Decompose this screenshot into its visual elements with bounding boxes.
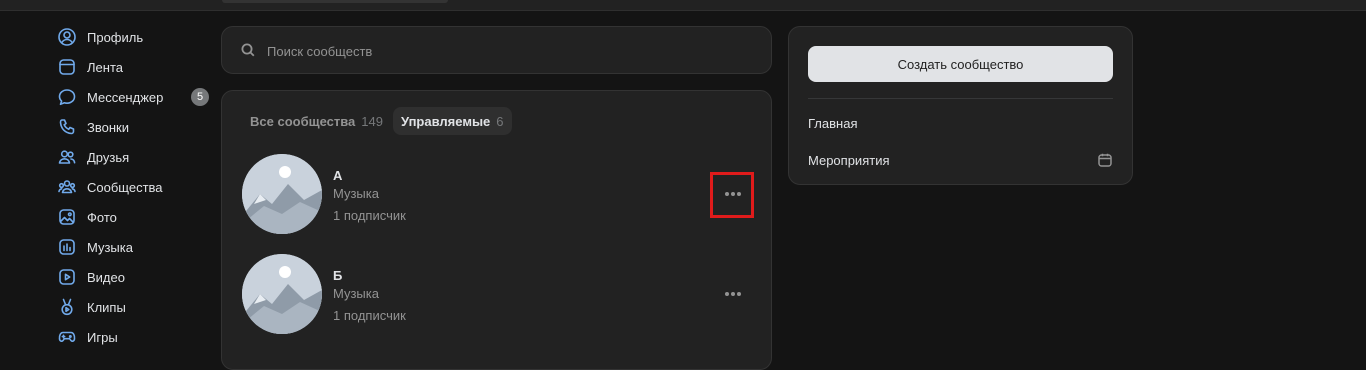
communities-tabs: Все сообщества 149 Управляемые 6 bbox=[242, 107, 514, 135]
dot-icon bbox=[731, 192, 735, 196]
community-row[interactable]: А Музыка 1 подписчик bbox=[242, 154, 752, 234]
dot-icon bbox=[737, 192, 741, 196]
nav-item-calls[interactable]: Звонки bbox=[56, 112, 216, 142]
nav-item-feed[interactable]: Лента bbox=[56, 52, 216, 82]
tab-all-communities[interactable]: Все сообщества 149 bbox=[242, 107, 391, 135]
left-nav: Профиль Лента Мессенджер 5 Звонки Друзья… bbox=[56, 22, 216, 352]
nav-label: Фото bbox=[87, 209, 117, 225]
photo-icon bbox=[57, 207, 77, 227]
more-options-button[interactable] bbox=[722, 182, 744, 206]
nav-label: Профиль bbox=[87, 29, 144, 45]
communities-panel: Все сообщества 149 Управляемые 6 А Музык… bbox=[221, 90, 772, 370]
clips-icon bbox=[57, 297, 77, 317]
menu-item-events[interactable]: Мероприятия bbox=[808, 145, 1113, 175]
video-icon bbox=[57, 267, 77, 287]
community-row[interactable]: Б Музыка 1 подписчик bbox=[242, 254, 752, 334]
create-community-button[interactable]: Создать сообщество bbox=[808, 46, 1113, 82]
messenger-icon bbox=[57, 87, 77, 107]
nav-item-music[interactable]: Музыка bbox=[56, 232, 216, 262]
friends-icon bbox=[57, 147, 77, 167]
communities-icon bbox=[57, 177, 77, 197]
community-category: Музыка bbox=[333, 186, 379, 201]
phone-icon bbox=[57, 117, 77, 137]
dot-icon bbox=[725, 292, 729, 296]
community-category: Музыка bbox=[333, 286, 379, 301]
unread-badge: 5 bbox=[191, 88, 209, 106]
tab-count: 6 bbox=[496, 113, 504, 129]
community-avatar[interactable] bbox=[242, 154, 322, 234]
side-panel: Создать сообщество Главная Мероприятия bbox=[788, 26, 1133, 185]
more-options-button[interactable] bbox=[722, 282, 744, 306]
community-subscribers: 1 подписчик bbox=[333, 208, 406, 223]
nav-label: Сообщества bbox=[87, 179, 163, 195]
nav-item-messenger[interactable]: Мессенджер 5 bbox=[56, 82, 216, 112]
search-icon bbox=[240, 42, 256, 58]
nav-item-communities[interactable]: Сообщества bbox=[56, 172, 216, 202]
menu-label: Мероприятия bbox=[808, 152, 890, 168]
community-avatar[interactable] bbox=[242, 254, 322, 334]
dot-icon bbox=[725, 192, 729, 196]
feed-icon bbox=[57, 57, 77, 77]
landscape-placeholder-icon bbox=[242, 254, 322, 334]
community-name[interactable]: Б bbox=[333, 268, 342, 283]
nav-label: Мессенджер bbox=[87, 89, 164, 105]
divider bbox=[808, 98, 1113, 99]
nav-item-games[interactable]: Игры bbox=[56, 322, 216, 352]
profile-icon bbox=[57, 27, 77, 47]
community-subscribers: 1 подписчик bbox=[333, 308, 406, 323]
nav-label: Видео bbox=[87, 269, 125, 285]
top-search-edge[interactable] bbox=[222, 0, 448, 3]
search-input[interactable] bbox=[265, 39, 749, 63]
tab-count: 149 bbox=[361, 113, 383, 129]
dot-icon bbox=[731, 292, 735, 296]
nav-item-clips[interactable]: Клипы bbox=[56, 292, 216, 322]
nav-label: Друзья bbox=[87, 149, 130, 165]
nav-item-video[interactable]: Видео bbox=[56, 262, 216, 292]
tab-managed[interactable]: Управляемые 6 bbox=[392, 107, 512, 135]
nav-label: Лента bbox=[87, 59, 123, 75]
menu-label: Главная bbox=[808, 115, 858, 131]
nav-item-friends[interactable]: Друзья bbox=[56, 142, 216, 172]
nav-label: Игры bbox=[87, 329, 118, 345]
top-bar bbox=[0, 0, 1366, 11]
music-icon bbox=[57, 237, 77, 257]
search-panel bbox=[221, 26, 772, 74]
calendar-icon bbox=[1097, 152, 1113, 168]
menu-item-main[interactable]: Главная bbox=[808, 108, 1113, 138]
tab-label: Все сообщества bbox=[250, 113, 356, 129]
games-icon bbox=[57, 327, 77, 347]
dot-icon bbox=[737, 292, 741, 296]
nav-item-photo[interactable]: Фото bbox=[56, 202, 216, 232]
nav-label: Звонки bbox=[87, 119, 129, 135]
nav-item-profile[interactable]: Профиль bbox=[56, 22, 216, 52]
landscape-placeholder-icon bbox=[242, 154, 322, 234]
community-name[interactable]: А bbox=[333, 168, 342, 183]
nav-label: Музыка bbox=[87, 239, 133, 255]
nav-label: Клипы bbox=[87, 299, 126, 315]
tab-label: Управляемые bbox=[400, 113, 491, 129]
